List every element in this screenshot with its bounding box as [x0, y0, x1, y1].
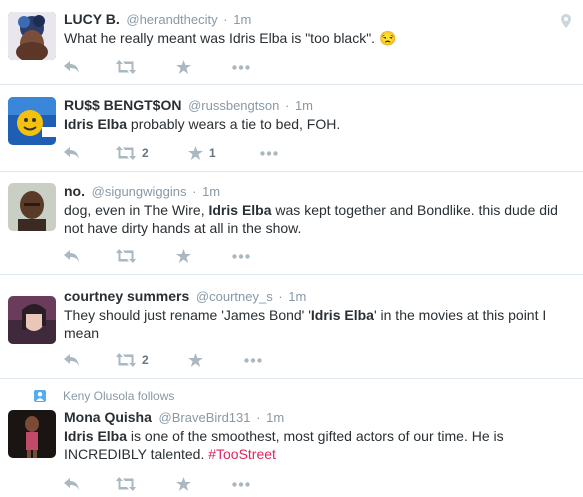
reply-icon[interactable]	[64, 250, 116, 262]
retweet-icon[interactable]	[116, 477, 176, 491]
hashtag-link[interactable]: #TooStreet	[208, 446, 276, 462]
retweet-count: 2	[142, 353, 149, 367]
retweet-button[interactable]: 2	[116, 146, 188, 160]
star-icon[interactable]	[176, 477, 232, 491]
reply-icon[interactable]	[64, 354, 116, 366]
avatar[interactable]	[8, 97, 56, 145]
location-pin-icon[interactable]	[561, 14, 571, 28]
fullname[interactable]: no.	[64, 183, 85, 199]
follow-context: Keny Olusola follows	[34, 388, 174, 404]
fullname[interactable]: courtney summers	[64, 288, 189, 304]
timestamp[interactable]: 1m	[288, 289, 306, 304]
tweet-text-part: probably wears a tie to bed, FOH.	[127, 116, 341, 132]
tweet-text: They should just rename 'James Bond' 'Id…	[64, 306, 573, 342]
reply-icon[interactable]	[64, 61, 116, 73]
tweet-text-part: dog, even in The Wire,	[64, 202, 209, 218]
tweet[interactable]: LUCY B. @herandthecity · 1m What he real…	[0, 0, 583, 85]
tweet-header: Mona Quisha @BraveBird131 · 1m	[64, 408, 573, 426]
timestamp[interactable]: 1m	[233, 12, 251, 27]
highlight: Idris Elba	[208, 202, 272, 218]
tweet-text-part: is one of the smoothest, most gifted act…	[64, 428, 504, 462]
favorite-count: 1	[209, 146, 216, 160]
separator: ·	[192, 184, 197, 199]
avatar[interactable]	[8, 183, 56, 231]
tweet-header: courtney summers @courtney_s · 1m	[64, 287, 573, 305]
tweet[interactable]: no. @sigungwiggins · 1m dog, even in The…	[0, 172, 583, 275]
retweet-icon[interactable]	[116, 60, 176, 74]
more-icon[interactable]	[232, 64, 250, 70]
more-icon[interactable]	[232, 481, 250, 487]
retweet-button[interactable]: 2	[116, 353, 188, 367]
username[interactable]: @russbengtson	[188, 98, 279, 113]
tweet-text: Idris Elba probably wears a tie to bed, …	[64, 115, 573, 133]
more-icon[interactable]	[244, 357, 262, 363]
tweet-actions: 2 1	[64, 144, 278, 162]
timestamp[interactable]: 1m	[202, 184, 220, 199]
tweet-actions: 2	[64, 351, 262, 369]
emoji: 😒	[378, 30, 397, 46]
avatar[interactable]	[8, 296, 56, 344]
username[interactable]: @herandthecity	[126, 12, 217, 27]
username[interactable]: @courtney_s	[196, 289, 273, 304]
separator: ·	[223, 12, 228, 27]
highlight: Idris Elba	[310, 307, 374, 323]
favorite-button[interactable]: 1	[188, 146, 260, 160]
retweet-icon	[116, 353, 136, 367]
fullname[interactable]: Mona Quisha	[64, 409, 152, 425]
timestamp[interactable]: 1m	[266, 410, 284, 425]
tweet-header: RU$$ BENGT$ON @russbengtson · 1m	[64, 96, 573, 114]
tweet[interactable]: Keny Olusola follows Mona Quisha @BraveB…	[0, 379, 583, 497]
reply-icon[interactable]	[64, 147, 116, 159]
username[interactable]: @sigungwiggins	[92, 184, 187, 199]
tweet-text: dog, even in The Wire, Idris Elba was ke…	[64, 201, 573, 237]
tweet-header: LUCY B. @herandthecity · 1m	[64, 10, 573, 28]
retweet-icon[interactable]	[116, 249, 176, 263]
more-icon[interactable]	[260, 150, 278, 156]
retweet-count: 2	[142, 146, 149, 160]
reply-icon[interactable]	[64, 478, 116, 490]
highlight: Idris Elba	[64, 428, 128, 444]
follow-context-text[interactable]: Keny Olusola follows	[63, 389, 174, 403]
retweet-icon	[116, 146, 136, 160]
fullname[interactable]: LUCY B.	[64, 11, 120, 27]
star-icon	[188, 146, 203, 160]
tweet-actions	[64, 247, 250, 265]
highlight: Idris Elba	[64, 116, 128, 132]
star-icon[interactable]	[176, 249, 232, 263]
timeline: LUCY B. @herandthecity · 1m What he real…	[0, 0, 583, 497]
star-icon[interactable]	[176, 60, 232, 74]
tweet-header: no. @sigungwiggins · 1m	[64, 182, 573, 200]
avatar[interactable]	[8, 12, 56, 60]
tweet[interactable]: RU$$ BENGT$ON @russbengtson · 1m Idris E…	[0, 85, 583, 172]
person-icon	[34, 390, 46, 402]
tweet-text: Idris Elba is one of the smoothest, most…	[64, 427, 573, 463]
separator: ·	[256, 410, 261, 425]
more-icon[interactable]	[232, 253, 250, 259]
star-icon[interactable]	[188, 353, 244, 367]
tweet-text: What he really meant was Idris Elba is "…	[64, 29, 573, 47]
tweet-text-part: What he really meant was Idris Elba is "…	[64, 30, 379, 46]
timestamp[interactable]: 1m	[295, 98, 313, 113]
avatar[interactable]	[8, 410, 56, 458]
tweet-actions	[64, 475, 250, 493]
separator: ·	[278, 289, 283, 304]
tweet-actions	[64, 58, 250, 76]
tweet-text-part: They should just rename 'James Bond' '	[64, 307, 311, 323]
username[interactable]: @BraveBird131	[159, 410, 251, 425]
separator: ·	[284, 98, 290, 113]
tweet[interactable]: courtney summers @courtney_s · 1m They s…	[0, 275, 583, 379]
fullname[interactable]: RU$$ BENGT$ON	[64, 97, 181, 113]
